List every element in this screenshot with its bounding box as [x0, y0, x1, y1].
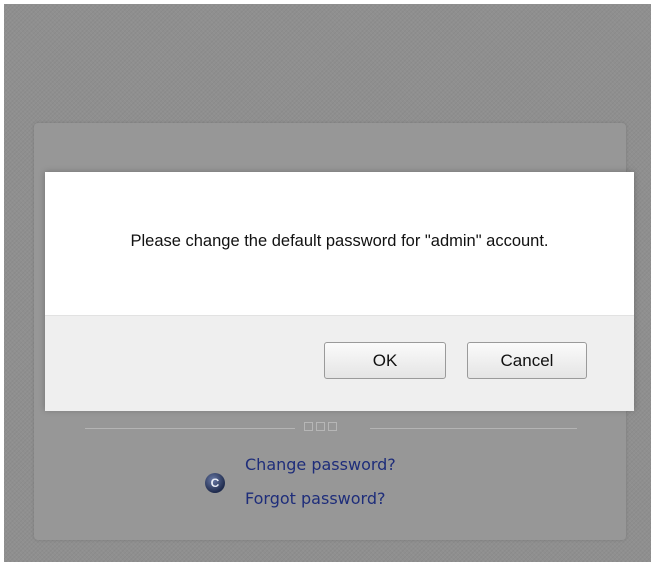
alert-dialog: Please change the default password for "… [45, 172, 634, 411]
dialog-footer: OK Cancel [45, 315, 634, 411]
page-indicator-dot [328, 422, 337, 431]
forgot-password-link[interactable]: Forgot password? [245, 489, 385, 508]
divider-left [85, 428, 295, 429]
change-password-link[interactable]: Change password? [245, 455, 396, 474]
page-indicator-dot [304, 422, 313, 431]
ok-button[interactable]: OK [324, 342, 446, 379]
dialog-message: Please change the default password for "… [130, 232, 549, 250]
page-indicator [304, 422, 337, 431]
page-indicator-dot [316, 422, 325, 431]
help-icon: C [205, 473, 225, 493]
divider-right [370, 428, 577, 429]
cancel-button[interactable]: Cancel [467, 342, 587, 379]
help-icon-glyph: C [210, 476, 220, 490]
